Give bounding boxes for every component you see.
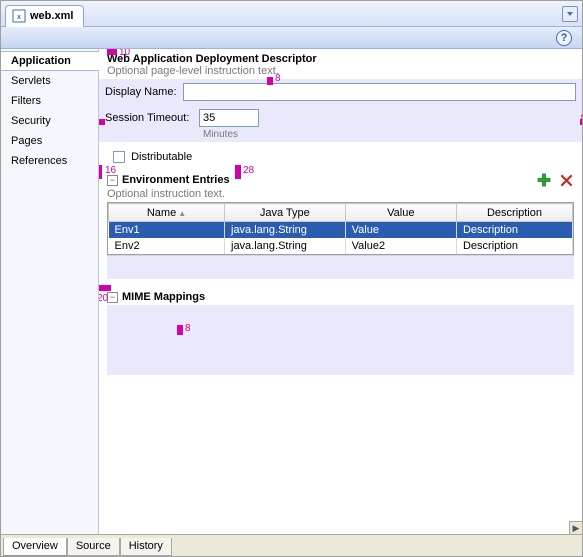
session-timeout-input[interactable] (199, 109, 259, 127)
page-hint: Optional page-level instruction text. (107, 65, 574, 77)
sidebar-item-servlets[interactable]: Servlets (1, 71, 98, 91)
table-row[interactable]: Env2 java.lang.String Value2 Description (109, 238, 573, 254)
delete-icon[interactable] (558, 172, 574, 188)
view-menu-button[interactable] (562, 6, 578, 22)
display-name-label: Display Name: (105, 86, 177, 98)
bottom-tab-overview[interactable]: Overview (3, 538, 67, 556)
sort-asc-icon: ▲ (178, 209, 186, 218)
help-icon[interactable]: ? (556, 30, 572, 46)
bottom-tab-history[interactable]: History (120, 538, 172, 556)
env-hint: Optional instruction text. (107, 188, 574, 200)
add-icon[interactable] (536, 172, 552, 188)
file-tab[interactable]: x web.xml (5, 5, 84, 27)
mime-section-title: MIME Mappings (122, 291, 205, 303)
col-javatype[interactable]: Java Type (225, 204, 346, 222)
page-title: Web Application Deployment Descriptor (107, 53, 574, 65)
distributable-label: Distributable (131, 151, 192, 163)
sidebar-item-references[interactable]: References (1, 151, 98, 171)
collapse-icon[interactable]: − (107, 175, 118, 186)
sidebar-item-pages[interactable]: Pages (1, 131, 98, 151)
distributable-checkbox[interactable] (113, 151, 125, 163)
col-description[interactable]: Description (456, 204, 572, 222)
mime-body (107, 305, 574, 375)
lavender-strip (107, 255, 574, 279)
table-row[interactable]: Env1 java.lang.String Value Description (109, 222, 573, 239)
env-section-title: Environment Entries (122, 174, 230, 186)
guide-marker (99, 165, 102, 179)
collapse-icon[interactable]: − (107, 292, 118, 303)
col-value[interactable]: Value (345, 204, 456, 222)
env-table: Name▲ Java Type Value Description Env1 j… (107, 202, 574, 255)
session-timeout-unit: Minutes (203, 129, 576, 140)
file-tab-label: web.xml (30, 10, 73, 22)
session-timeout-label: Session Timeout: (105, 112, 193, 124)
page-sidebar: Application Servlets Filters Security Pa… (1, 49, 99, 534)
sidebar-item-filters[interactable]: Filters (1, 91, 98, 111)
bottom-tab-source[interactable]: Source (67, 538, 120, 556)
scroll-right-icon[interactable]: ▶ (569, 521, 583, 535)
xml-file-icon: x (12, 9, 26, 23)
sidebar-item-security[interactable]: Security (1, 111, 98, 131)
display-name-input[interactable] (183, 83, 576, 101)
sidebar-item-application[interactable]: Application (1, 51, 99, 71)
svg-text:x: x (17, 14, 21, 21)
col-name[interactable]: Name▲ (109, 204, 225, 222)
